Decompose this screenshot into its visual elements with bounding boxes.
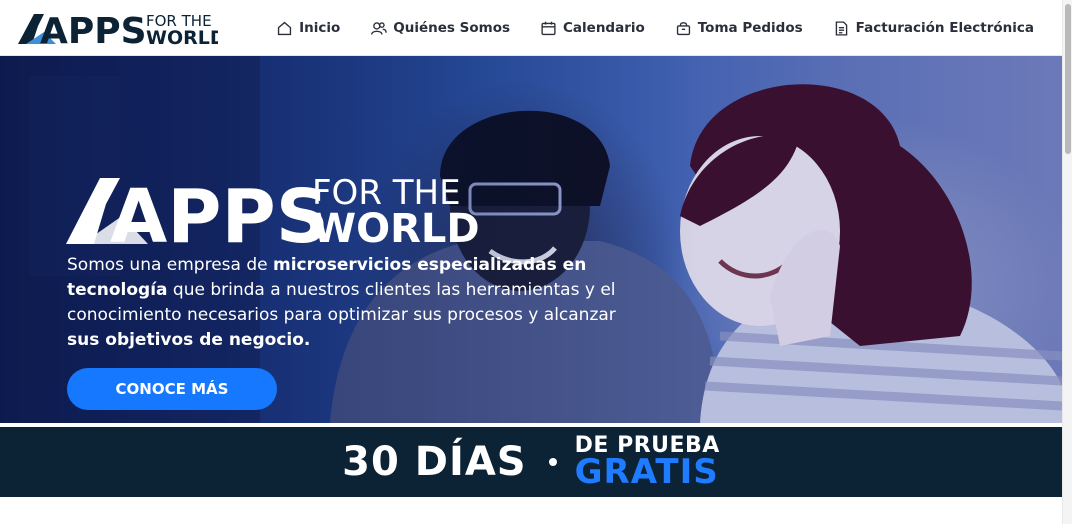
nav-item-toma-pedidos[interactable]: Toma Pedidos [675,20,803,37]
nav-item-facturacion-electronica[interactable]: Facturación Electrónica [833,20,1034,37]
promo-separator-dot [548,458,557,466]
nav-label-toma-pedidos: Toma Pedidos [697,20,803,36]
main-nav: Inicio Quiénes Somos Calendario Toma Ped… [276,0,1034,56]
nav-label-facturacion-electronica: Facturación Electrónica [855,20,1034,36]
svg-text:WORLD: WORLD [146,27,218,48]
svg-text:APPS: APPS [40,11,147,48]
home-icon [277,21,292,35]
promo-trial-block: DE PRUEBA GRATIS [574,435,720,492]
promo-free-text: GRATIS [574,452,719,492]
users-icon [371,21,388,35]
scrollbar-thumb[interactable] [1065,4,1071,154]
page-scrollbar[interactable] [1062,0,1072,524]
hero-text-highlight-2: sus objetivos de negocio. [67,330,311,350]
conoce-mas-button[interactable]: CONOCE MÁS [67,368,277,410]
hero-banner: APPS FOR THE WORLD Somos una empresa de … [0,56,1062,423]
bag-icon [676,21,690,35]
hero-logo: APPS FOR THE WORLD [66,173,480,250]
nav-item-calendario[interactable]: Calendario [540,20,645,37]
nav-item-quienes-somos[interactable]: Quiénes Somos [370,20,510,37]
nav-item-inicio[interactable]: Inicio [276,20,340,37]
apps-for-the-world-logo[interactable]: APPS FOR THE WORLD [18,10,218,48]
svg-text:APPS: APPS [110,174,329,250]
hero-text-part-1: Somos una empresa de [67,255,274,275]
nav-label-calendario: Calendario [563,20,645,36]
promo-days: 30 DÍAS [342,439,527,485]
nav-label-inicio: Inicio [299,20,341,36]
calendar-icon [541,21,556,35]
hero-description: Somos una empresa de microservicios espe… [67,253,627,353]
nav-label-quienes-somos: Quiénes Somos [393,20,511,36]
svg-text:WORLD: WORLD [312,206,480,250]
document-icon [835,20,847,36]
site-header: APPS FOR THE WORLD Inicio Quiénes Somos … [0,0,1062,56]
promo-banner[interactable]: 30 DÍAS DE PRUEBA GRATIS [0,427,1062,497]
